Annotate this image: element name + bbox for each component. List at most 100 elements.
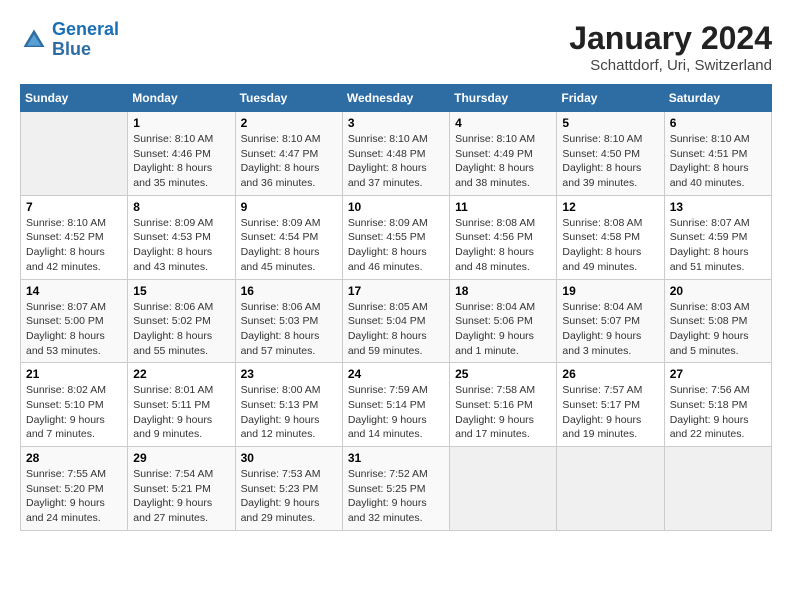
day-number: 25: [455, 367, 551, 381]
calendar-cell: 21Sunrise: 8:02 AMSunset: 5:10 PMDayligh…: [21, 363, 128, 447]
day-info: Sunrise: 8:08 AMSunset: 4:56 PMDaylight:…: [455, 216, 551, 275]
calendar-cell: 28Sunrise: 7:55 AMSunset: 5:20 PMDayligh…: [21, 447, 128, 531]
weekday-header-row: SundayMondayTuesdayWednesdayThursdayFrid…: [21, 85, 772, 112]
day-number: 24: [348, 367, 444, 381]
calendar-subtitle: Schattdorf, Uri, Switzerland: [569, 57, 772, 74]
day-info: Sunrise: 7:55 AMSunset: 5:20 PMDaylight:…: [26, 467, 122, 526]
title-block: January 2024 Schattdorf, Uri, Switzerlan…: [569, 20, 772, 74]
day-number: 18: [455, 284, 551, 298]
day-info: Sunrise: 7:58 AMSunset: 5:16 PMDaylight:…: [455, 383, 551, 442]
day-number: 21: [26, 367, 122, 381]
day-info: Sunrise: 8:05 AMSunset: 5:04 PMDaylight:…: [348, 300, 444, 359]
weekday-header: Friday: [557, 85, 664, 112]
day-info: Sunrise: 7:53 AMSunset: 5:23 PMDaylight:…: [241, 467, 337, 526]
day-info: Sunrise: 8:07 AMSunset: 5:00 PMDaylight:…: [26, 300, 122, 359]
day-number: 11: [455, 200, 551, 214]
day-number: 3: [348, 116, 444, 130]
day-number: 14: [26, 284, 122, 298]
calendar-cell: 2 Sunrise: 8:10 AMSunset: 4:47 PMDaylight…: [235, 112, 342, 196]
day-number: 4: [455, 116, 551, 130]
day-number: 2: [241, 116, 337, 130]
calendar-week-row: 21Sunrise: 8:02 AMSunset: 5:10 PMDayligh…: [21, 363, 772, 447]
logo-line2: Blue: [52, 39, 91, 59]
calendar-week-row: 28Sunrise: 7:55 AMSunset: 5:20 PMDayligh…: [21, 447, 772, 531]
calendar-cell: 26 Sunrise: 7:57 AMSunset: 5:17 PMDayligh…: [557, 363, 664, 447]
calendar-cell: [450, 447, 557, 531]
day-info: Sunrise: 8:10 AMSunset: 4:52 PMDaylight:…: [26, 216, 122, 275]
day-number: 5: [562, 116, 658, 130]
weekday-header: Thursday: [450, 85, 557, 112]
calendar-cell: 17Sunrise: 8:05 AMSunset: 5:04 PMDayligh…: [342, 279, 449, 363]
day-number: 15: [133, 284, 229, 298]
calendar-title: January 2024: [569, 20, 772, 57]
calendar-cell: 6 Sunrise: 8:10 AMSunset: 4:51 PMDaylight…: [664, 112, 771, 196]
weekday-header: Monday: [128, 85, 235, 112]
calendar-week-row: 7Sunrise: 8:10 AMSunset: 4:52 PMDaylight…: [21, 195, 772, 279]
day-info: Sunrise: 8:04 AMSunset: 5:07 PMDaylight:…: [562, 300, 658, 359]
calendar-week-row: 1Sunrise: 8:10 AMSunset: 4:46 PMDaylight…: [21, 112, 772, 196]
calendar-cell: 10Sunrise: 8:09 AMSunset: 4:55 PMDayligh…: [342, 195, 449, 279]
calendar-cell: 11 Sunrise: 8:08 AMSunset: 4:56 PMDayligh…: [450, 195, 557, 279]
day-info: Sunrise: 8:06 AMSunset: 5:02 PMDaylight:…: [133, 300, 229, 359]
weekday-header: Wednesday: [342, 85, 449, 112]
day-info: Sunrise: 8:10 AMSunset: 4:51 PMDaylight:…: [670, 132, 766, 191]
logo: General Blue: [20, 20, 119, 60]
day-info: Sunrise: 7:52 AMSunset: 5:25 PMDaylight:…: [348, 467, 444, 526]
day-number: 29: [133, 451, 229, 465]
calendar-cell: 13Sunrise: 8:07 AMSunset: 4:59 PMDayligh…: [664, 195, 771, 279]
calendar-cell: 1Sunrise: 8:10 AMSunset: 4:46 PMDaylight…: [128, 112, 235, 196]
logo-icon: [20, 26, 48, 54]
page-header: General Blue January 2024 Schattdorf, Ur…: [20, 20, 772, 74]
day-info: Sunrise: 8:09 AMSunset: 4:54 PMDaylight:…: [241, 216, 337, 275]
day-number: 20: [670, 284, 766, 298]
day-info: Sunrise: 8:08 AMSunset: 4:58 PMDaylight:…: [562, 216, 658, 275]
day-info: Sunrise: 7:57 AMSunset: 5:17 PMDaylight:…: [562, 383, 658, 442]
day-number: 13: [670, 200, 766, 214]
calendar-cell: 15 Sunrise: 8:06 AMSunset: 5:02 PMDayligh…: [128, 279, 235, 363]
day-number: 31: [348, 451, 444, 465]
calendar-cell: 22Sunrise: 8:01 AMSunset: 5:11 PMDayligh…: [128, 363, 235, 447]
calendar-cell: 8 Sunrise: 8:09 AMSunset: 4:53 PMDaylight…: [128, 195, 235, 279]
day-number: 26: [562, 367, 658, 381]
day-number: 8: [133, 200, 229, 214]
calendar-cell: 23 Sunrise: 8:00 AMSunset: 5:13 PMDayligh…: [235, 363, 342, 447]
logo-text: General Blue: [52, 20, 119, 60]
day-number: 12: [562, 200, 658, 214]
day-number: 9: [241, 200, 337, 214]
calendar-cell: 16Sunrise: 8:06 AMSunset: 5:03 PMDayligh…: [235, 279, 342, 363]
day-info: Sunrise: 8:09 AMSunset: 4:53 PMDaylight:…: [133, 216, 229, 275]
day-info: Sunrise: 8:04 AMSunset: 5:06 PMDaylight:…: [455, 300, 551, 359]
day-info: Sunrise: 8:10 AMSunset: 4:50 PMDaylight:…: [562, 132, 658, 191]
day-info: Sunrise: 8:01 AMSunset: 5:11 PMDaylight:…: [133, 383, 229, 442]
calendar-cell: 14 Sunrise: 8:07 AMSunset: 5:00 PMDayligh…: [21, 279, 128, 363]
day-number: 27: [670, 367, 766, 381]
calendar-cell: 29 Sunrise: 7:54 AMSunset: 5:21 PMDayligh…: [128, 447, 235, 531]
calendar-cell: 18 Sunrise: 8:04 AMSunset: 5:06 PMDayligh…: [450, 279, 557, 363]
calendar-cell: 24 Sunrise: 7:59 AMSunset: 5:14 PMDayligh…: [342, 363, 449, 447]
day-number: 6: [670, 116, 766, 130]
day-number: 30: [241, 451, 337, 465]
day-info: Sunrise: 8:10 AMSunset: 4:47 PMDaylight:…: [241, 132, 337, 191]
calendar-cell: 5 Sunrise: 8:10 AMSunset: 4:50 PMDaylight…: [557, 112, 664, 196]
calendar-table: SundayMondayTuesdayWednesdayThursdayFrid…: [20, 84, 772, 531]
day-info: Sunrise: 8:09 AMSunset: 4:55 PMDaylight:…: [348, 216, 444, 275]
weekday-header: Saturday: [664, 85, 771, 112]
calendar-week-row: 14 Sunrise: 8:07 AMSunset: 5:00 PMDayligh…: [21, 279, 772, 363]
day-number: 19: [562, 284, 658, 298]
calendar-cell: 25 Sunrise: 7:58 AMSunset: 5:16 PMDayligh…: [450, 363, 557, 447]
calendar-cell: 3Sunrise: 8:10 AMSunset: 4:48 PMDaylight…: [342, 112, 449, 196]
calendar-cell: 9 Sunrise: 8:09 AMSunset: 4:54 PMDaylight…: [235, 195, 342, 279]
calendar-cell: 30 Sunrise: 7:53 AMSunset: 5:23 PMDayligh…: [235, 447, 342, 531]
calendar-cell: [21, 112, 128, 196]
calendar-cell: 7Sunrise: 8:10 AMSunset: 4:52 PMDaylight…: [21, 195, 128, 279]
day-info: Sunrise: 8:06 AMSunset: 5:03 PMDaylight:…: [241, 300, 337, 359]
day-info: Sunrise: 7:56 AMSunset: 5:18 PMDaylight:…: [670, 383, 766, 442]
calendar-cell: 12 Sunrise: 8:08 AMSunset: 4:58 PMDayligh…: [557, 195, 664, 279]
day-number: 23: [241, 367, 337, 381]
day-info: Sunrise: 7:54 AMSunset: 5:21 PMDaylight:…: [133, 467, 229, 526]
day-info: Sunrise: 8:10 AMSunset: 4:49 PMDaylight:…: [455, 132, 551, 191]
calendar-cell: 27 Sunrise: 7:56 AMSunset: 5:18 PMDayligh…: [664, 363, 771, 447]
day-info: Sunrise: 7:59 AMSunset: 5:14 PMDaylight:…: [348, 383, 444, 442]
calendar-cell: [557, 447, 664, 531]
day-info: Sunrise: 8:00 AMSunset: 5:13 PMDaylight:…: [241, 383, 337, 442]
